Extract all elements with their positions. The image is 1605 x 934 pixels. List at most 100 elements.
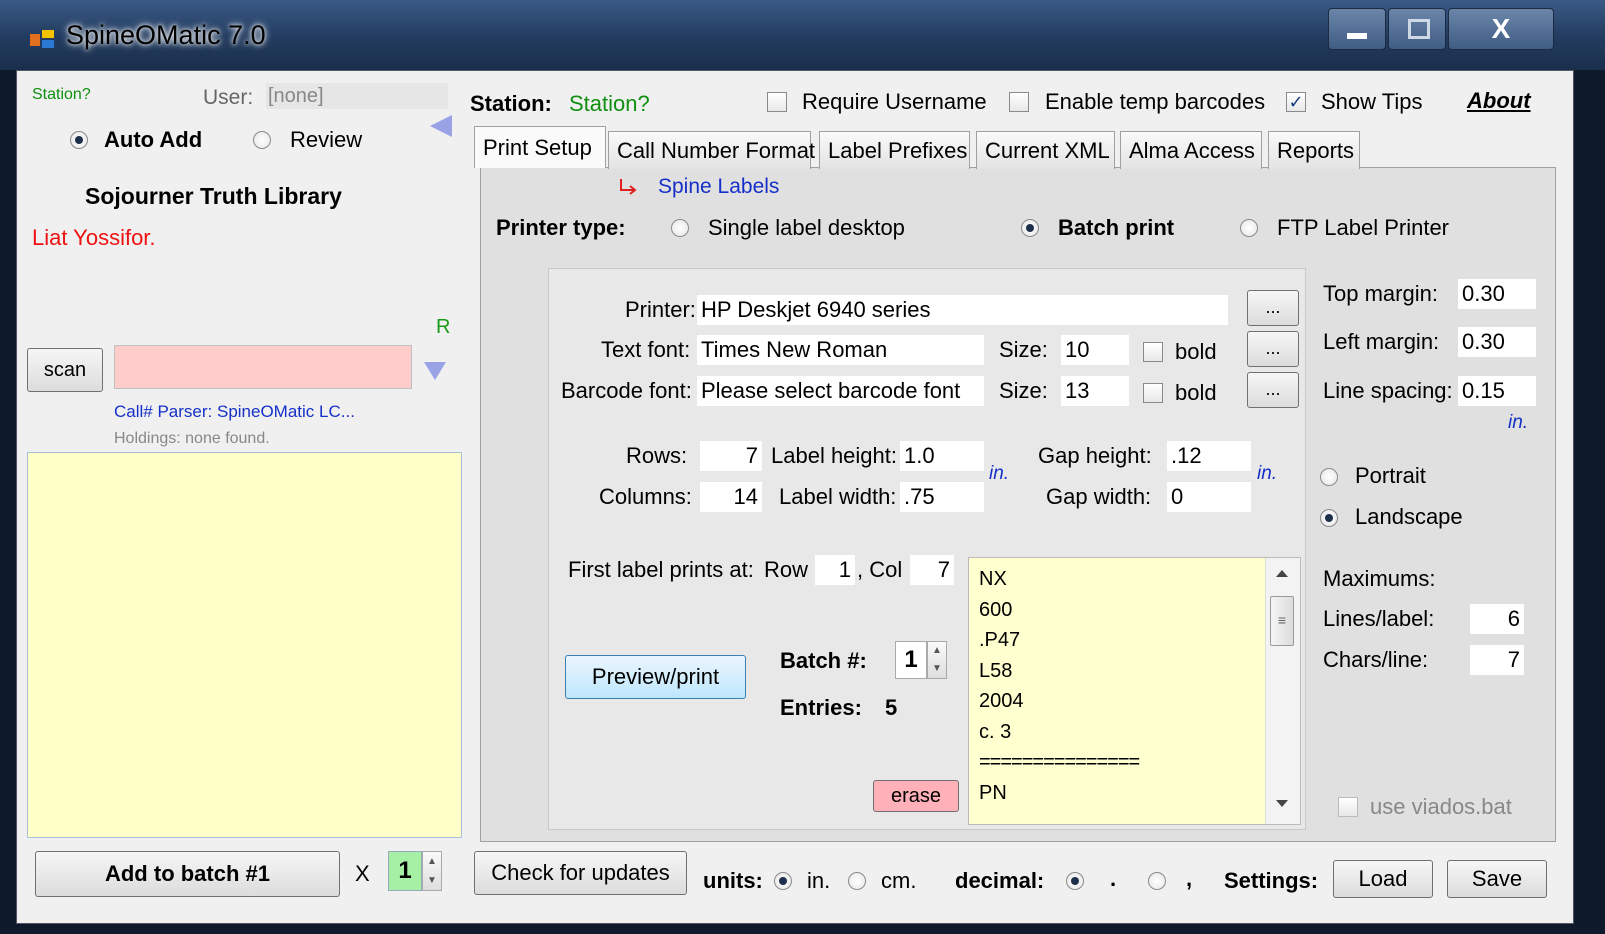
about-link[interactable]: About (1467, 88, 1531, 114)
text-bold-checkbox[interactable] (1143, 342, 1163, 362)
tab-call-number-format[interactable]: Call Number Format (608, 131, 815, 169)
use-viados-label: use viados.bat (1370, 794, 1512, 819)
text-font-browse-button[interactable]: ... (1247, 331, 1299, 367)
tab-current-xml[interactable]: Current XML (976, 131, 1115, 169)
show-tips-label: Show Tips (1321, 89, 1423, 114)
auto-add-label: Auto Add (104, 127, 203, 152)
ftp-printer-label: FTP Label Printer (1277, 215, 1450, 240)
chars-per-line-field[interactable]: 7 (1470, 645, 1524, 675)
barcode-font-field[interactable]: Please select barcode font (697, 376, 984, 406)
printer-label: Printer: (625, 297, 696, 322)
columns-field[interactable]: 14 (700, 482, 762, 512)
single-label-label: Single label desktop (708, 215, 905, 240)
batch-line: 600 (979, 598, 1013, 621)
tab-print-setup[interactable]: Print Setup (474, 126, 606, 168)
review-radio[interactable] (253, 131, 271, 149)
rows-field[interactable]: 7 (700, 441, 762, 471)
lines-per-label-field[interactable]: 6 (1470, 604, 1524, 634)
label-height-field[interactable]: 1.0 (900, 441, 984, 471)
batch-print-radio[interactable] (1021, 219, 1039, 237)
show-tips-checkbox[interactable]: ✓ (1286, 92, 1306, 112)
text-font-field[interactable]: Times New Roman (697, 335, 984, 365)
units-label: units: (703, 868, 763, 893)
tab-label-prefixes[interactable]: Label Prefixes (819, 131, 970, 169)
scrollbar[interactable]: ≡ (1265, 558, 1300, 824)
check-updates-button[interactable]: Check for updates (474, 851, 687, 895)
chars-per-line-label: Chars/line: (1323, 647, 1429, 672)
decimal-comma-radio[interactable] (1148, 872, 1166, 890)
erase-button[interactable]: erase (873, 780, 959, 812)
checkmark-icon: ✓ (1288, 92, 1304, 112)
gap-width-field[interactable]: 0 (1167, 482, 1251, 512)
require-username-label: Require Username (802, 89, 987, 114)
line-spacing-field[interactable]: 0.15 (1458, 376, 1536, 406)
collapse-arrow-icon[interactable] (430, 115, 452, 137)
scan-button[interactable]: scan (27, 348, 103, 392)
save-button[interactable]: Save (1447, 860, 1547, 898)
auto-add-radio[interactable] (70, 131, 88, 149)
label-width-field[interactable]: .75 (900, 482, 984, 512)
dropdown-arrow-icon[interactable] (424, 362, 446, 380)
first-row-field[interactable]: 1 (815, 555, 855, 585)
batch-number-field[interactable]: 1 (895, 641, 927, 679)
first-col-field[interactable]: 7 (910, 555, 954, 585)
app-icon (30, 30, 56, 50)
barcode-bold-checkbox[interactable] (1143, 383, 1163, 403)
tab-alma-access[interactable]: Alma Access (1120, 131, 1262, 169)
settings-label: Settings: (1224, 868, 1319, 893)
single-label-radio[interactable] (671, 219, 689, 237)
text-size-field[interactable]: 10 (1061, 335, 1129, 365)
batch-line: .P47 (979, 629, 1021, 651)
r-flag: R (436, 316, 451, 338)
portrait-radio[interactable] (1320, 468, 1338, 486)
scroll-thumb[interactable]: ≡ (1270, 596, 1294, 646)
printer-browse-button[interactable]: ... (1247, 290, 1299, 326)
text-size-label: Size: (999, 337, 1048, 362)
barcode-font-browse-button[interactable]: ... (1247, 372, 1299, 408)
enable-temp-barcodes-checkbox[interactable] (1009, 92, 1029, 112)
units-in-radio[interactable] (774, 872, 792, 890)
return-arrow-icon (618, 177, 638, 197)
printer-field[interactable]: HP Deskjet 6940 series (697, 295, 1228, 325)
scan-input[interactable] (114, 345, 412, 389)
output-area[interactable] (27, 452, 462, 838)
batch-contents[interactable]: NX 600 .P47 L58 2004 c. 3 ==============… (968, 557, 1301, 825)
tab-reports[interactable]: Reports (1268, 131, 1360, 169)
maximize-button[interactable] (1388, 8, 1446, 50)
units-in-label: in. (807, 868, 831, 893)
copies-field[interactable]: 1 (388, 851, 422, 891)
batch-line: =============== (979, 751, 1140, 773)
left-margin-field[interactable]: 0.30 (1458, 327, 1536, 357)
entries-value: 5 (885, 695, 898, 720)
label-height-label: Label height: (771, 443, 897, 468)
ftp-printer-radio[interactable] (1240, 219, 1258, 237)
barcode-font-label: Barcode font: (561, 378, 692, 403)
maximums-label: Maximums: (1323, 566, 1436, 591)
close-icon: X (1491, 13, 1511, 44)
holdings-status: Holdings: none found. (114, 430, 270, 447)
scroll-up-icon[interactable] (1276, 570, 1288, 577)
add-to-batch-button[interactable]: Add to batch #1 (35, 851, 340, 897)
batch-number-spinner[interactable]: ▲ ▼ (927, 641, 947, 679)
barcode-size-field[interactable]: 13 (1061, 376, 1129, 406)
units-cm-radio[interactable] (848, 872, 866, 890)
landscape-radio[interactable] (1320, 509, 1338, 527)
top-margin-field[interactable]: 0.30 (1458, 279, 1536, 309)
unit-in-label-2: in. (1257, 463, 1278, 484)
scroll-down-icon[interactable] (1276, 800, 1288, 807)
landscape-label: Landscape (1355, 504, 1463, 529)
barcode-size-label: Size: (999, 378, 1048, 403)
gap-height-label: Gap height: (1038, 443, 1152, 468)
entries-label: Entries: (780, 695, 862, 720)
top-margin-label: Top margin: (1323, 281, 1438, 306)
use-viados-checkbox[interactable] (1338, 797, 1358, 817)
close-button[interactable]: X (1448, 8, 1554, 50)
copies-spinner[interactable]: ▲ ▼ (422, 851, 442, 891)
gap-height-field[interactable]: .12 (1167, 441, 1251, 471)
load-button[interactable]: Load (1333, 860, 1433, 898)
minimize-button[interactable] (1328, 8, 1386, 50)
require-username-checkbox[interactable] (767, 92, 787, 112)
decimal-dot-radio[interactable] (1066, 872, 1084, 890)
spine-labels-link[interactable]: Spine Labels (658, 175, 779, 199)
preview-print-button[interactable]: Preview/print (565, 655, 746, 699)
